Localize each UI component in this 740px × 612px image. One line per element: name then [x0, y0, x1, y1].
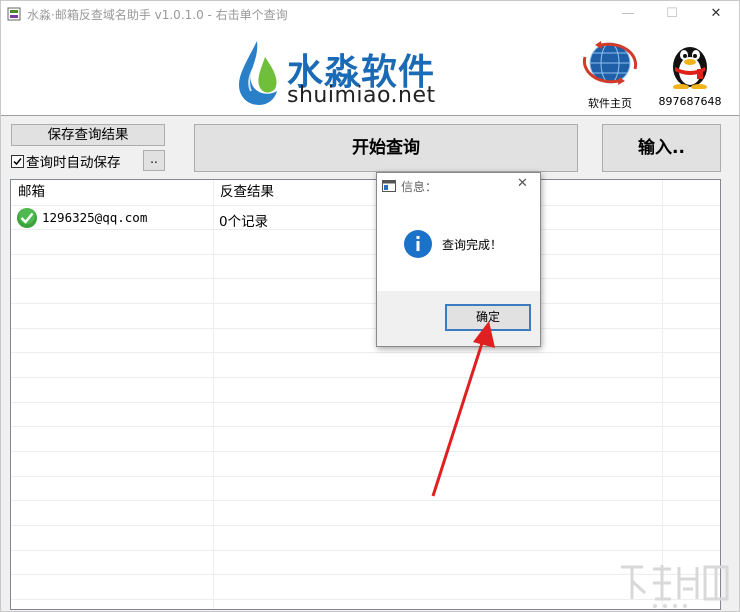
input-button[interactable]: 输入..: [602, 124, 721, 172]
minimize-button[interactable]: —: [606, 1, 650, 27]
dialog-window-icon: [382, 180, 396, 192]
brand-domain: shuimiao.net: [287, 83, 436, 108]
close-button[interactable]: ✕: [694, 1, 738, 27]
homepage-label: 软件主页: [588, 97, 632, 110]
qq-contact[interactable]: 897687648: [655, 35, 725, 115]
watermark-logo: [621, 565, 729, 608]
result-cell: 0个记录: [219, 214, 269, 230]
info-icon: [404, 230, 432, 258]
app-window: 水淼·邮箱反查域名助手 v1.0.1.0 - 右击单个查询 — ☐ ✕ 水淼软件…: [0, 0, 740, 612]
globe-icon: [582, 41, 638, 85]
browse-folder-button[interactable]: ..: [143, 150, 165, 171]
qq-penguin-icon: [673, 47, 707, 89]
window-title: 水淼·邮箱反查域名助手 v1.0.1.0 - 右击单个查询: [27, 8, 288, 22]
results-grid[interactable]: 邮箱 反查结果 1296325@qq.com 0个记录: [10, 179, 721, 610]
app-icon: [7, 7, 21, 21]
checkmark-icon: [13, 158, 22, 166]
homepage-link[interactable]: 软件主页: [577, 35, 643, 115]
start-query-button[interactable]: 开始查询: [194, 124, 578, 172]
dialog-close-button[interactable]: ✕: [517, 176, 528, 191]
auto-save-option[interactable]: 查询时自动保存: [11, 151, 121, 171]
auto-save-label: 查询时自动保存: [26, 155, 121, 171]
email-cell: 1296325@qq.com: [42, 210, 148, 225]
maximize-button[interactable]: ☐: [650, 1, 694, 27]
grid-column-divider: [662, 180, 663, 609]
qq-number: 897687648: [658, 95, 722, 108]
green-check-icon: [17, 208, 37, 228]
save-results-button[interactable]: 保存查询结果: [11, 124, 165, 146]
water-drop-icon: [239, 41, 277, 105]
column-header-email[interactable]: 邮箱: [11, 180, 213, 205]
annotation-arrow: [431, 321, 495, 497]
dialog-message: 查询完成！: [442, 238, 503, 252]
brand-logo[interactable]: 水淼软件 shuimiao.net: [237, 33, 447, 111]
auto-save-checkbox[interactable]: [11, 155, 24, 168]
grid-column-divider: [213, 180, 214, 609]
title-bar: 水淼·邮箱反查域名助手 v1.0.1.0 - 右击单个查询 — ☐ ✕: [1, 1, 739, 27]
header-banner: 水淼软件 shuimiao.net 软件主页 897687648: [1, 27, 739, 116]
dialog-title: 信息：: [401, 180, 438, 194]
